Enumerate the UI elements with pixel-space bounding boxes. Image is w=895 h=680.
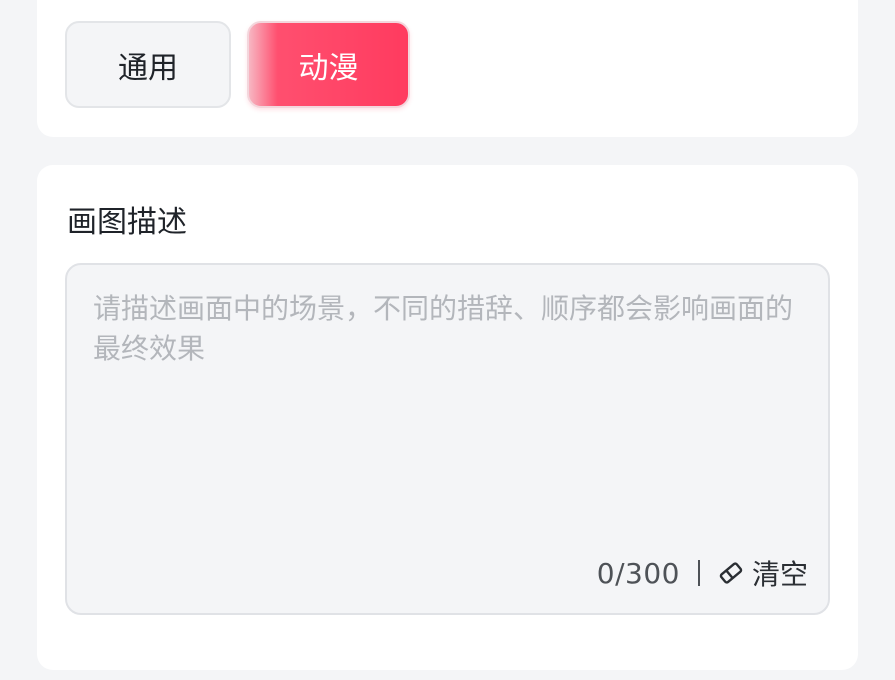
description-card: 画图描述 0/300 清空 [37,165,858,670]
description-textarea[interactable] [93,289,808,549]
textarea-footer: 0/300 清空 [597,553,808,593]
section-title: 画图描述 [67,205,187,240]
divider [697,560,700,586]
clear-label: 清空 [751,558,808,591]
clear-button[interactable]: 清空 [716,553,808,593]
description-input-box: 0/300 清空 [65,263,830,615]
eraser-icon [716,558,746,588]
style-option-anime[interactable]: 动漫 [247,21,410,108]
style-card: 通用 动漫 [37,0,858,137]
style-option-general[interactable]: 通用 [65,21,231,108]
char-counter: 0/300 [596,556,680,590]
